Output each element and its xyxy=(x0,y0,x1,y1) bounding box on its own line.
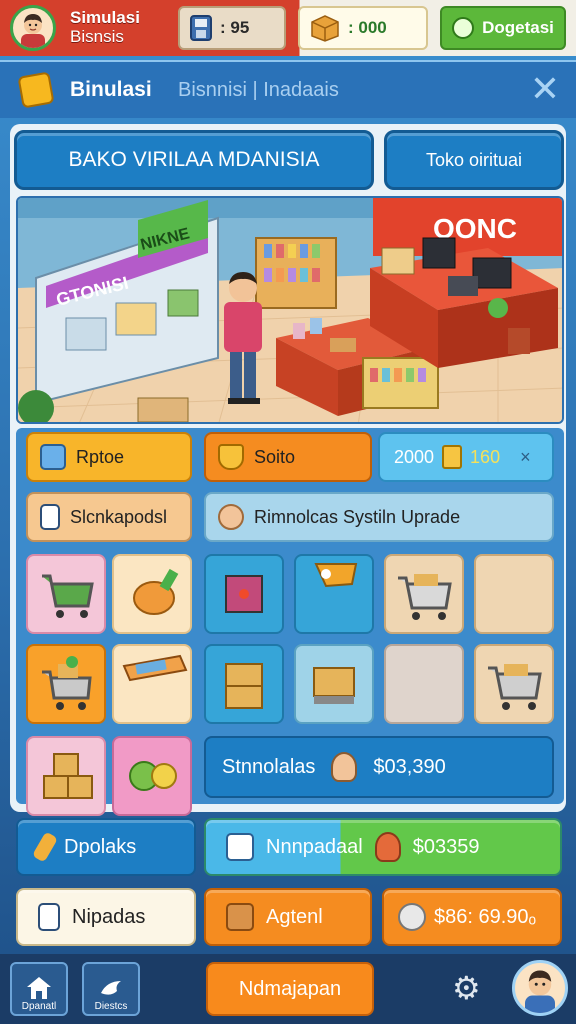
stock-counter[interactable]: : 000 xyxy=(298,6,428,50)
dpolaks-label: Dpolaks xyxy=(64,835,137,858)
price-label: $86: 69.90ₒ xyxy=(434,905,537,928)
counter-value-2: 160 xyxy=(470,446,501,467)
nipadas-label: Nipadas xyxy=(72,905,146,928)
tab-slcnkapodsl-label: Slcnkapodsl xyxy=(70,506,168,527)
agtenl-button[interactable]: Agtenl xyxy=(204,888,372,946)
document-icon xyxy=(40,504,60,530)
worker-icon xyxy=(374,832,401,862)
store-scene[interactable]: GTONISI NIKNE OONC xyxy=(16,196,564,424)
form-icon xyxy=(38,903,60,931)
grocery-cart-icon xyxy=(42,656,92,710)
item-slot[interactable] xyxy=(112,644,192,724)
close-icon[interactable]: ✕ xyxy=(530,71,560,107)
item-slot[interactable] xyxy=(294,644,374,724)
nnnpadaal-button[interactable]: Nnnpadaal $03359 xyxy=(204,818,562,876)
agtenl-label: Agtenl xyxy=(266,905,323,928)
box-icon xyxy=(311,15,339,42)
ticket-icon xyxy=(314,563,358,588)
dogetasi-button[interactable]: Dogetasi xyxy=(440,6,566,50)
nipadas-button[interactable]: Nipadas xyxy=(16,888,196,946)
tab-soito-label: Soito xyxy=(254,446,296,467)
check-icon xyxy=(452,17,475,39)
tray-icon xyxy=(122,654,188,682)
cash-value: : 95 xyxy=(220,18,250,37)
boxes-icon xyxy=(43,753,93,799)
window-header: Binulasi Bisnnisi | Inadaais ✕ xyxy=(0,60,576,118)
person-icon xyxy=(21,14,45,48)
person-icon xyxy=(331,752,358,782)
tab-rptoe-label: Rptoe xyxy=(76,446,125,467)
checkbox-icon xyxy=(17,71,55,109)
shop-button[interactable]: Toko oirituai xyxy=(384,130,564,190)
cart-icon xyxy=(398,574,452,620)
worker-icon xyxy=(218,504,244,530)
player-avatar[interactable] xyxy=(10,5,56,51)
item-slot[interactable] xyxy=(204,644,284,724)
top-status-bar: Simulasi Bisnsis : 95 : 000 Dogetasi xyxy=(0,0,576,56)
tab-slcnkapodsl[interactable]: Slcnkapodsl xyxy=(26,492,192,542)
game-title-line1: Simulasi xyxy=(70,8,140,27)
tab-soito[interactable]: Soito xyxy=(204,432,372,482)
tab-system-upgrade[interactable]: Rimnolcas Systiln Uprade xyxy=(204,492,554,542)
safe-icon xyxy=(225,575,263,613)
counter-value: 2000 xyxy=(394,446,435,467)
item-slot[interactable] xyxy=(204,554,284,634)
package-icon xyxy=(226,833,254,861)
price-button[interactable]: $86: 69.90ₒ xyxy=(382,888,562,946)
item-slot-empty[interactable] xyxy=(474,554,554,634)
item-slot[interactable] xyxy=(26,554,106,634)
basket-icon xyxy=(313,667,355,704)
nav-store-label: Diestcs xyxy=(94,1001,128,1012)
tab-system-upgrade-label: Rimnolcas Systiln Uprade xyxy=(254,506,461,527)
store-name-button[interactable]: BAKO VIRILAA MDANISIA xyxy=(14,130,374,190)
header-subtitle: Bisnnisi | Inadaais xyxy=(178,79,339,101)
header-title: Binulasi xyxy=(70,78,152,101)
home-icon xyxy=(27,977,51,999)
tab-rptoe[interactable]: Rptoe xyxy=(26,432,192,482)
item-slot[interactable] xyxy=(384,554,464,634)
cheese-icon xyxy=(133,568,179,615)
game-title: Simulasi Bisnsis xyxy=(70,8,140,46)
cube-icon xyxy=(40,444,66,470)
item-slot[interactable] xyxy=(294,554,374,634)
gear-icon[interactable]: ⚙ xyxy=(452,972,481,1004)
package-icon xyxy=(226,903,254,931)
nnnpadaal-value: $03359 xyxy=(412,835,480,858)
floppy-icon xyxy=(190,15,212,41)
item-slot-empty[interactable] xyxy=(384,644,464,724)
nav-main-button[interactable]: Ndmajapan xyxy=(206,962,374,1016)
coin-icon xyxy=(442,445,463,469)
summary-label: Stnnolalas xyxy=(222,755,316,778)
item-slot[interactable] xyxy=(26,644,106,724)
item-slot[interactable] xyxy=(26,736,106,816)
crate-icon xyxy=(225,663,263,709)
person-icon xyxy=(525,970,555,1013)
nav-home-label: Dpanatl xyxy=(21,1001,57,1012)
nav-home[interactable]: Dpanatl xyxy=(10,962,68,1016)
person-icon xyxy=(398,903,426,931)
pencil-icon xyxy=(31,831,59,863)
store-illustration: GTONISI NIKNE OONC xyxy=(18,198,562,422)
counter-close-icon[interactable]: × xyxy=(520,447,531,468)
game-title-line2: Bisnsis xyxy=(70,27,124,46)
cart-full-icon xyxy=(488,664,542,710)
stock-value: : 000 xyxy=(348,18,387,37)
item-slot[interactable] xyxy=(112,736,192,816)
bottom-nav: Dpanatl Diestcs Ndmajapan ⚙ xyxy=(0,954,576,1024)
nnnpadaal-label: Nnnpadaal xyxy=(266,835,363,858)
shield-icon xyxy=(218,444,244,470)
bird-icon xyxy=(101,981,121,995)
cash-counter[interactable]: : 95 xyxy=(178,6,286,50)
dogetasi-label: Dogetasi xyxy=(482,18,554,37)
nav-store[interactable]: Diestcs xyxy=(82,962,140,1016)
item-slot[interactable] xyxy=(112,554,192,634)
fruit-icon xyxy=(129,761,177,791)
item-slot[interactable] xyxy=(474,644,554,724)
summary-value: $03,390 xyxy=(373,755,446,778)
shopping-cart-icon xyxy=(42,574,94,618)
profile-avatar[interactable] xyxy=(512,960,568,1016)
summary-row[interactable]: Stnnolalas $03,390 xyxy=(204,736,554,798)
dpolaks-button[interactable]: Dpolaks xyxy=(16,818,196,876)
counter-badge[interactable]: 2000 160 × xyxy=(378,432,554,482)
